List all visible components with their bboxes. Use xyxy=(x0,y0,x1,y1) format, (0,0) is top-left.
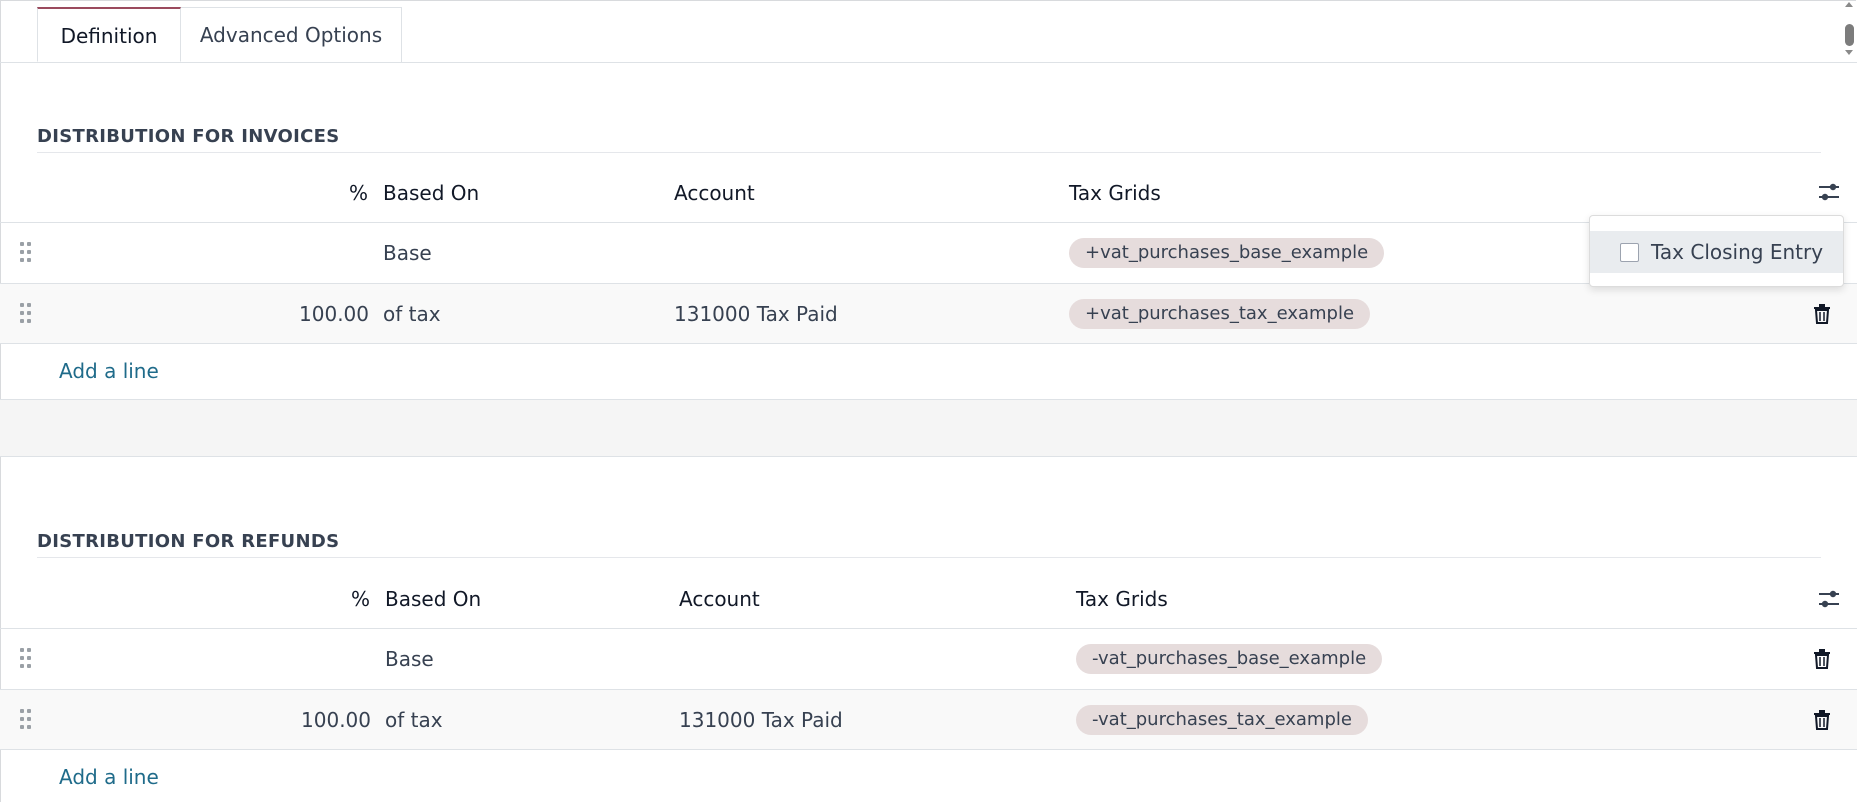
cell-account[interactable]: 131000 Tax Paid xyxy=(674,284,838,344)
tax-grid-tag[interactable]: -vat_purchases_tax_example xyxy=(1076,705,1368,735)
invoices-col-account[interactable]: Account xyxy=(674,181,755,205)
notebook-tabs: Definition Advanced Options xyxy=(0,0,1857,63)
tax-grid-tag[interactable]: +vat_purchases_base_example xyxy=(1069,238,1385,268)
cell-based-on[interactable]: Base xyxy=(383,223,432,283)
row-divider xyxy=(0,749,1857,750)
invoices-add-line-link[interactable]: Add a line xyxy=(59,359,159,383)
cell-based-on[interactable]: of tax xyxy=(385,690,443,750)
table-row[interactable]: Base -vat_purchases_base_example xyxy=(0,629,1857,689)
scrollbar-thumb[interactable] xyxy=(1845,24,1854,46)
scrollbar-up-arrow[interactable] xyxy=(1845,2,1853,7)
drag-handle-icon[interactable] xyxy=(20,709,32,731)
invoices-section-separator xyxy=(37,152,1821,153)
refunds-col-tax-grids[interactable]: Tax Grids xyxy=(1076,587,1168,611)
drag-handle-icon[interactable] xyxy=(20,242,32,264)
refunds-col-percent[interactable]: % xyxy=(332,587,370,611)
dropdown-item-label[interactable]: Tax Closing Entry xyxy=(1651,231,1823,273)
cell-percent[interactable]: 100.00 xyxy=(250,284,369,344)
refunds-section-separator xyxy=(37,557,1821,558)
cell-account[interactable]: 131000 Tax Paid xyxy=(679,690,843,750)
dropdown-item-tax-closing-entry[interactable]: Tax Closing Entry xyxy=(1590,231,1843,273)
drag-handle-icon[interactable] xyxy=(20,648,32,670)
tax-closing-entry-checkbox[interactable] xyxy=(1620,243,1639,262)
trash-icon[interactable] xyxy=(1813,304,1831,324)
refunds-col-based-on[interactable]: Based On xyxy=(385,587,481,611)
table-row[interactable]: Base +vat_purchases_base_example xyxy=(0,223,1857,283)
trash-icon[interactable] xyxy=(1813,649,1831,669)
optional-columns-dropdown: Tax Closing Entry xyxy=(1589,215,1844,287)
tab-definition[interactable]: Definition xyxy=(37,7,181,62)
cell-percent[interactable]: 100.00 xyxy=(252,690,371,750)
refunds-section-title: DISTRIBUTION FOR REFUNDS xyxy=(37,531,340,552)
table-footer-band xyxy=(0,399,1857,457)
tax-grid-tag[interactable]: -vat_purchases_base_example xyxy=(1076,644,1383,674)
tax-grid-tag[interactable]: +vat_purchases_tax_example xyxy=(1069,299,1371,329)
refunds-add-line-link[interactable]: Add a line xyxy=(59,765,159,789)
invoices-col-tax-grids[interactable]: Tax Grids xyxy=(1069,181,1161,205)
invoices-col-percent[interactable]: % xyxy=(330,181,368,205)
table-row[interactable]: 100.00 of tax 131000 Tax Paid -vat_purch… xyxy=(0,690,1857,750)
scrollbar-down-arrow[interactable] xyxy=(1845,50,1853,55)
cell-based-on[interactable]: of tax xyxy=(383,284,441,344)
trash-icon[interactable] xyxy=(1813,710,1831,730)
row-divider xyxy=(0,343,1857,344)
refunds-col-account[interactable]: Account xyxy=(679,587,760,611)
table-row[interactable]: 100.00 of tax 131000 Tax Paid +vat_purch… xyxy=(0,284,1857,344)
invoices-col-based-on[interactable]: Based On xyxy=(383,181,479,205)
drag-handle-icon[interactable] xyxy=(20,303,32,325)
sliders-icon[interactable] xyxy=(1818,588,1840,610)
cell-based-on[interactable]: Base xyxy=(385,629,434,689)
invoices-section-title: DISTRIBUTION FOR INVOICES xyxy=(37,126,340,147)
tab-advanced-options[interactable]: Advanced Options xyxy=(181,7,402,62)
sliders-icon[interactable] xyxy=(1818,181,1840,203)
